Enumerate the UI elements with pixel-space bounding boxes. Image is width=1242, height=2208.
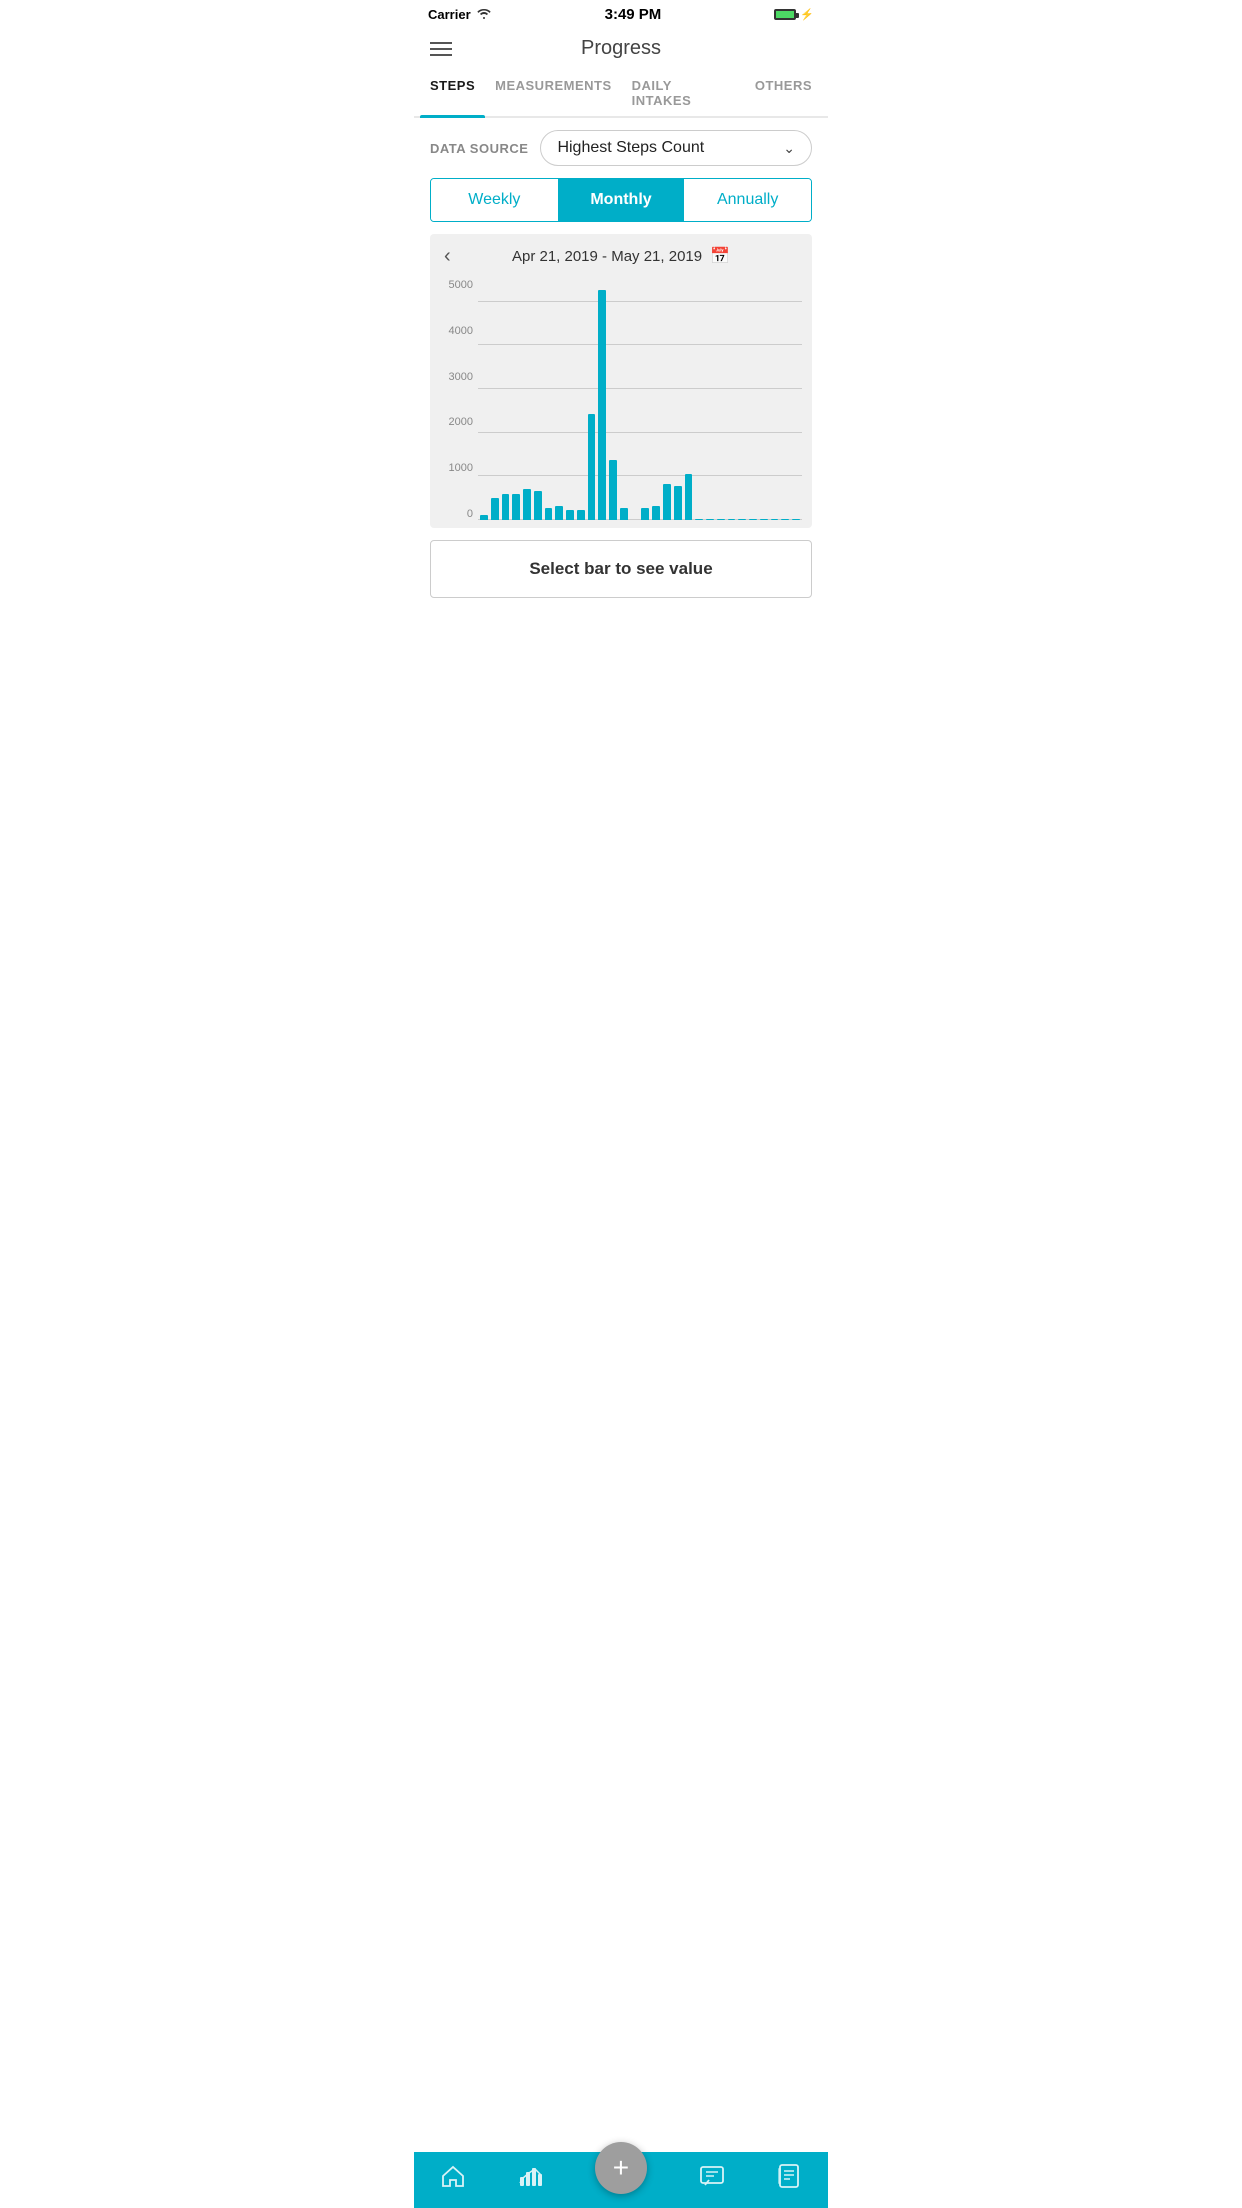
tab-others[interactable]: OTHERS [745, 68, 822, 116]
bolt-icon: ⚡ [800, 8, 814, 21]
nav-messages[interactable] [699, 2163, 725, 2193]
y-label-1: 1000 [440, 463, 478, 474]
carrier-text: Carrier [428, 7, 471, 22]
chevron-down-icon: ⌄ [783, 140, 795, 157]
bar[interactable] [749, 519, 757, 520]
data-source-dropdown[interactable]: Highest Steps Count ⌄ [540, 130, 812, 166]
bottom-nav: + [414, 2152, 828, 2208]
bar[interactable] [480, 515, 488, 520]
bar[interactable] [771, 519, 779, 520]
bar[interactable] [695, 519, 703, 520]
status-right: ⚡ [774, 8, 814, 21]
bar[interactable] [491, 498, 499, 520]
select-bar-box: Select bar to see value [430, 540, 812, 598]
calendar-icon[interactable]: 📅 [710, 246, 730, 266]
period-toggle: Weekly Monthly Annually [430, 178, 812, 222]
bar[interactable] [738, 519, 746, 520]
y-label-4: 4000 [440, 326, 478, 337]
bar[interactable] [620, 508, 628, 520]
bars-area [478, 280, 802, 520]
data-source-row: DATA SOURCE Highest Steps Count ⌄ [414, 118, 828, 178]
tab-measurements[interactable]: MEASUREMENTS [485, 68, 622, 116]
progress-icon [517, 2163, 543, 2193]
y-label-0: 0 [440, 509, 478, 520]
bar[interactable] [663, 484, 671, 520]
bar[interactable] [760, 519, 768, 520]
bar[interactable] [545, 508, 553, 520]
bar[interactable] [641, 508, 649, 520]
y-label-5: 5000 [440, 280, 478, 291]
bar[interactable] [523, 489, 531, 520]
bar[interactable] [555, 506, 563, 520]
status-bar: Carrier 3:49 PM ⚡ [414, 0, 828, 27]
bar[interactable] [577, 510, 585, 520]
plus-icon: + [613, 2152, 629, 2184]
select-bar-text: Select bar to see value [529, 559, 712, 578]
bar[interactable] [534, 491, 542, 520]
battery-icon [774, 9, 796, 20]
data-source-label: DATA SOURCE [430, 141, 528, 156]
period-monthly[interactable]: Monthly [558, 179, 685, 221]
nav-home[interactable] [440, 2163, 466, 2193]
bar[interactable] [566, 510, 574, 520]
chart-header: ‹ Apr 21, 2019 - May 21, 2019 📅 [440, 246, 802, 266]
status-left: Carrier [428, 7, 492, 22]
journal-icon [776, 2163, 802, 2193]
y-label-2: 2000 [440, 417, 478, 428]
bar[interactable] [781, 519, 789, 520]
bar[interactable] [674, 486, 682, 520]
bar[interactable] [652, 506, 660, 520]
bar[interactable] [609, 460, 617, 520]
chart-container: ‹ Apr 21, 2019 - May 21, 2019 📅 0 1000 2… [430, 234, 812, 528]
bar[interactable] [598, 290, 606, 520]
bar[interactable] [685, 474, 693, 520]
bars-wrapper [478, 280, 802, 520]
period-weekly[interactable]: Weekly [431, 179, 558, 221]
y-axis: 0 1000 2000 3000 4000 5000 [440, 280, 478, 520]
nav-journal[interactable] [776, 2163, 802, 2193]
home-icon [440, 2163, 466, 2193]
header: Progress [414, 27, 828, 68]
data-source-selected: Highest Steps Count [557, 139, 704, 157]
chart-area: 0 1000 2000 3000 4000 5000 [440, 280, 802, 520]
bar[interactable] [792, 519, 800, 520]
nav-progress[interactable] [517, 2163, 543, 2193]
bar[interactable] [502, 494, 510, 520]
bar[interactable] [728, 519, 736, 520]
main-tabs: STEPS MEASUREMENTS DAILY INTAKES OTHERS [414, 68, 828, 118]
bar[interactable] [717, 519, 725, 520]
bar[interactable] [588, 414, 596, 520]
wifi-icon [476, 7, 492, 22]
tab-steps[interactable]: STEPS [420, 68, 485, 116]
chart-date-range: Apr 21, 2019 - May 21, 2019 [512, 248, 702, 265]
bar[interactable] [512, 494, 520, 520]
menu-icon[interactable] [430, 42, 452, 56]
y-label-3: 3000 [440, 372, 478, 383]
add-button[interactable]: + [595, 2142, 647, 2194]
bar[interactable] [706, 519, 714, 520]
status-time: 3:49 PM [605, 6, 662, 23]
period-annually[interactable]: Annually [684, 179, 811, 221]
messages-icon [699, 2163, 725, 2193]
chart-prev-button[interactable]: ‹ [444, 245, 451, 268]
page-title: Progress [581, 37, 661, 60]
tab-daily-intakes[interactable]: DAILY INTAKES [622, 68, 745, 116]
